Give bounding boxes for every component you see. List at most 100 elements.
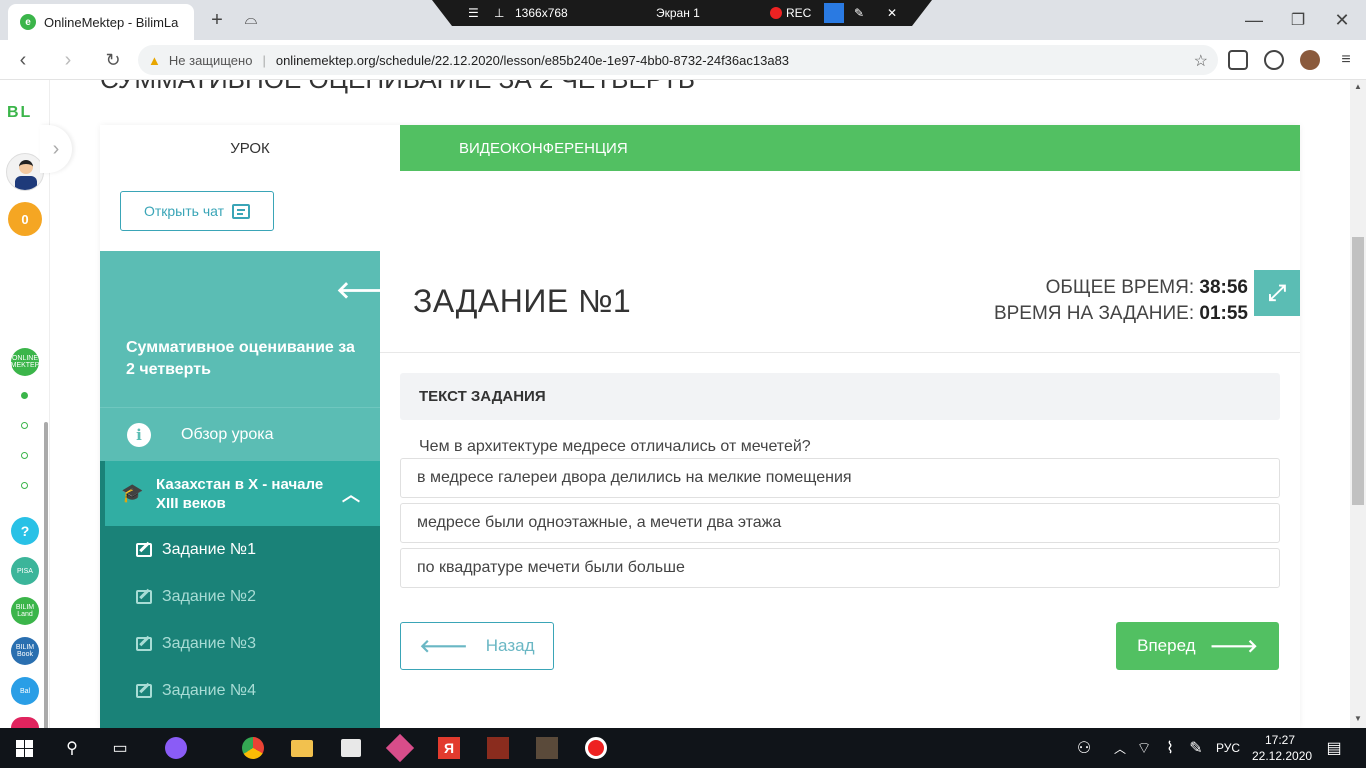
sidebar-task-1[interactable]: Задание №1 xyxy=(100,526,380,573)
security-label[interactable]: Не защищено xyxy=(169,53,253,68)
browser-menu-icon[interactable]: ≡ xyxy=(1336,50,1356,70)
camera-icon[interactable] xyxy=(824,3,844,23)
alice-icon[interactable] xyxy=(165,737,187,759)
answer-option-2[interactable]: медресе были одноэтажные, а мечети два э… xyxy=(400,503,1280,543)
sidebar-task-3[interactable]: Задание №3 xyxy=(100,620,380,667)
wifi-icon[interactable]: ⌇ xyxy=(1158,736,1182,760)
task-time-value: 01:55 xyxy=(1199,303,1248,324)
game-icon[interactable] xyxy=(487,737,509,759)
pin-icon[interactable]: ⊥ xyxy=(494,6,504,20)
people-icon[interactable]: ⚇ xyxy=(1072,736,1096,760)
tab-title: OnlineMektep - BilimLa xyxy=(44,14,179,30)
rail-scrollbar[interactable] xyxy=(44,422,48,742)
tab-videoconference[interactable]: ВИДЕОКОНФЕРЕНЦИЯ xyxy=(400,125,1300,171)
scroll-up-icon[interactable]: ▲ xyxy=(1352,82,1364,94)
graduation-cap-icon: 🎓 xyxy=(121,483,144,503)
rail-dot[interactable] xyxy=(21,422,28,429)
task-heading: ЗАДАНИЕ №1 xyxy=(413,283,632,319)
onlinemektep-app-icon[interactable]: ONLINE MEKTEP xyxy=(11,348,39,376)
edit-icon xyxy=(136,636,152,651)
question-text: Чем в архитектуре медресе отличались от … xyxy=(419,438,811,455)
bal-app-icon[interactable]: Bal xyxy=(11,677,39,705)
rail-app-icon[interactable] xyxy=(11,717,39,728)
lesson-sidebar: 🡐 Суммативное оценивание за 2 четверть i… xyxy=(100,251,400,728)
reload-icon[interactable]: ↻ xyxy=(100,48,126,72)
restore-icon[interactable]: ❐ xyxy=(1278,6,1318,34)
scroll-down-icon[interactable]: ▼ xyxy=(1352,714,1364,726)
new-tab-icon[interactable]: + xyxy=(204,8,230,32)
recorder-close-icon[interactable]: ✕ xyxy=(887,6,897,20)
avatar[interactable] xyxy=(6,153,44,191)
bilimland-app-icon[interactable]: BILIM Land xyxy=(11,597,39,625)
pisa-app-icon[interactable]: PISA xyxy=(11,557,39,585)
recorder-app-icon[interactable] xyxy=(585,737,607,759)
chat-icon xyxy=(232,203,251,219)
sidebar-task-2[interactable]: Задание №2 xyxy=(100,573,380,620)
language-indicator[interactable]: РУС xyxy=(1216,741,1240,755)
fullscreen-icon[interactable]: ⤢ xyxy=(1254,270,1300,316)
search-icon[interactable]: ⚲ xyxy=(60,736,84,760)
whatsapp-icon[interactable] xyxy=(1264,50,1284,70)
tab-lesson[interactable]: УРОК xyxy=(100,125,400,171)
sidebar-task-4[interactable]: Задание №4 xyxy=(100,667,380,714)
total-time-row: ОБЩЕЕ ВРЕМЯ: 38:56 xyxy=(960,275,1248,301)
explorer-icon[interactable] xyxy=(291,739,313,757)
timer-block: ОБЩЕЕ ВРЕМЯ: 38:56 ВРЕМЯ НА ЗАДАНИЕ: 01:… xyxy=(960,275,1248,327)
rec-button[interactable]: REC xyxy=(770,6,811,20)
address-bar: ‹ › ↻ ▲ Не защищено | onlinemektep.org/s… xyxy=(0,40,1366,80)
edit-icon xyxy=(136,542,152,557)
answer-option-1[interactable]: в медресе галереи двора делились на мелк… xyxy=(400,458,1280,498)
minimize-icon[interactable]: — xyxy=(1234,6,1274,34)
chevron-up-icon[interactable]: ︿ xyxy=(342,481,360,507)
pen-tray-icon[interactable]: ✎ xyxy=(1184,736,1208,760)
bookmark-star-icon[interactable]: ☆ xyxy=(1194,51,1208,71)
sidebar-header: 🡐 Суммативное оценивание за 2 четверть xyxy=(100,251,400,407)
coins-badge[interactable]: 0 xyxy=(8,202,42,236)
chrome-icon[interactable] xyxy=(242,737,264,759)
back-button[interactable]: 🡐 Назад xyxy=(400,622,554,670)
edit-icon xyxy=(136,683,152,698)
record-icon xyxy=(770,7,782,19)
pen-icon[interactable]: ✎ xyxy=(854,6,864,20)
back-icon[interactable]: ‹ xyxy=(10,48,36,72)
notifications-icon[interactable]: ▤ xyxy=(1322,736,1346,760)
store-icon[interactable] xyxy=(341,739,361,757)
url-separator: | xyxy=(262,52,266,68)
rail-dot[interactable] xyxy=(21,482,28,489)
game-icon[interactable] xyxy=(536,737,558,759)
bilimland-logo[interactable]: BL xyxy=(7,104,32,122)
task-label: Задание №4 xyxy=(162,681,256,699)
open-chat-label: Открыть чат xyxy=(143,203,225,219)
app-icon[interactable] xyxy=(385,733,415,763)
browser-tab[interactable]: e OnlineMektep - BilimLa xyxy=(8,4,194,40)
rail-expand-button[interactable]: › xyxy=(40,125,72,173)
url-field[interactable]: ▲ Не защищено | onlinemektep.org/schedul… xyxy=(138,45,1218,75)
answer-option-3[interactable]: по квадратуре мечети были больше xyxy=(400,548,1280,588)
scrollbar-thumb[interactable] xyxy=(1352,237,1364,505)
forward-icon[interactable]: › xyxy=(55,48,81,72)
sidebar-item-overview[interactable]: i Обзор урока xyxy=(100,407,380,461)
windows-start-icon[interactable] xyxy=(16,740,33,757)
recorder-resolution: 1366x768 xyxy=(515,6,568,20)
bilimbook-app-icon[interactable]: BILIM Book xyxy=(11,637,39,665)
task-text-header: ТЕКСТ ЗАДАНИЯ xyxy=(400,373,1280,420)
incognito-icon[interactable]: ⌓ xyxy=(238,8,264,32)
yandex-browser-icon[interactable]: Я xyxy=(438,737,460,759)
next-button[interactable]: Вперед 🡒 xyxy=(1116,622,1279,670)
chevron-up-icon[interactable]: ︿ xyxy=(1108,736,1132,760)
profile-avatar-icon[interactable] xyxy=(1300,50,1320,70)
help-icon[interactable]: ? xyxy=(11,517,39,545)
task-view-icon[interactable]: ▭ xyxy=(108,736,132,760)
network-icon[interactable]: ⌔ xyxy=(1132,736,1156,760)
rail-dot-active[interactable] xyxy=(21,392,28,399)
recorder-screen[interactable]: Экран 1 xyxy=(656,6,700,20)
arrow-left-icon[interactable]: 🡐 xyxy=(336,275,400,305)
sidebar-section[interactable]: 🎓 Казахстан в X - начале XIII веков ︿ xyxy=(105,461,380,526)
clock[interactable]: 17:27 22.12.2020 xyxy=(1252,732,1312,764)
edit-icon xyxy=(136,589,152,604)
recorder-menu-icon[interactable]: ☰ xyxy=(468,6,479,20)
close-window-icon[interactable]: ✕ xyxy=(1322,6,1362,34)
extension-shield-icon[interactable] xyxy=(1228,50,1248,70)
open-chat-button[interactable]: Открыть чат xyxy=(120,191,274,231)
rail-dot[interactable] xyxy=(21,452,28,459)
